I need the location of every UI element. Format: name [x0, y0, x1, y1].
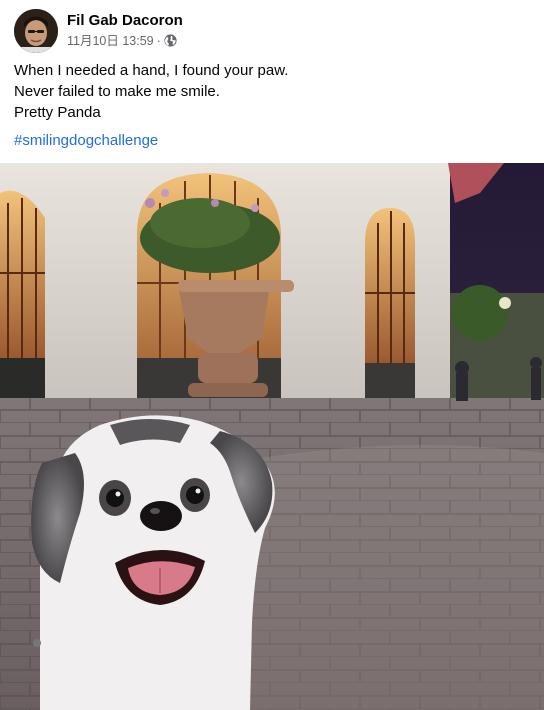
post-message-line: When I needed a hand, I found your paw. [14, 62, 289, 79]
post-message-line: Pretty Panda [14, 104, 101, 121]
post-meta: 11月10日 13:59 · [67, 33, 183, 49]
avatar-image [14, 9, 58, 53]
post-header: Fil Gab Dacoron 11月10日 13:59 · [14, 9, 183, 53]
globe-icon[interactable] [164, 34, 177, 47]
author-name[interactable]: Fil Gab Dacoron [67, 11, 183, 30]
post-photo-image [0, 163, 544, 710]
post-message: When I needed a hand, I found your paw. … [14, 60, 288, 123]
post-timestamp[interactable]: 11月10日 13:59 [67, 33, 154, 49]
meta-separator: · [156, 33, 161, 48]
avatar[interactable] [14, 9, 58, 53]
post-photo[interactable] [0, 163, 544, 710]
post-message-line: Never failed to make me smile. [14, 83, 220, 100]
hashtag-link[interactable]: #smilingdogchallenge [14, 130, 158, 151]
